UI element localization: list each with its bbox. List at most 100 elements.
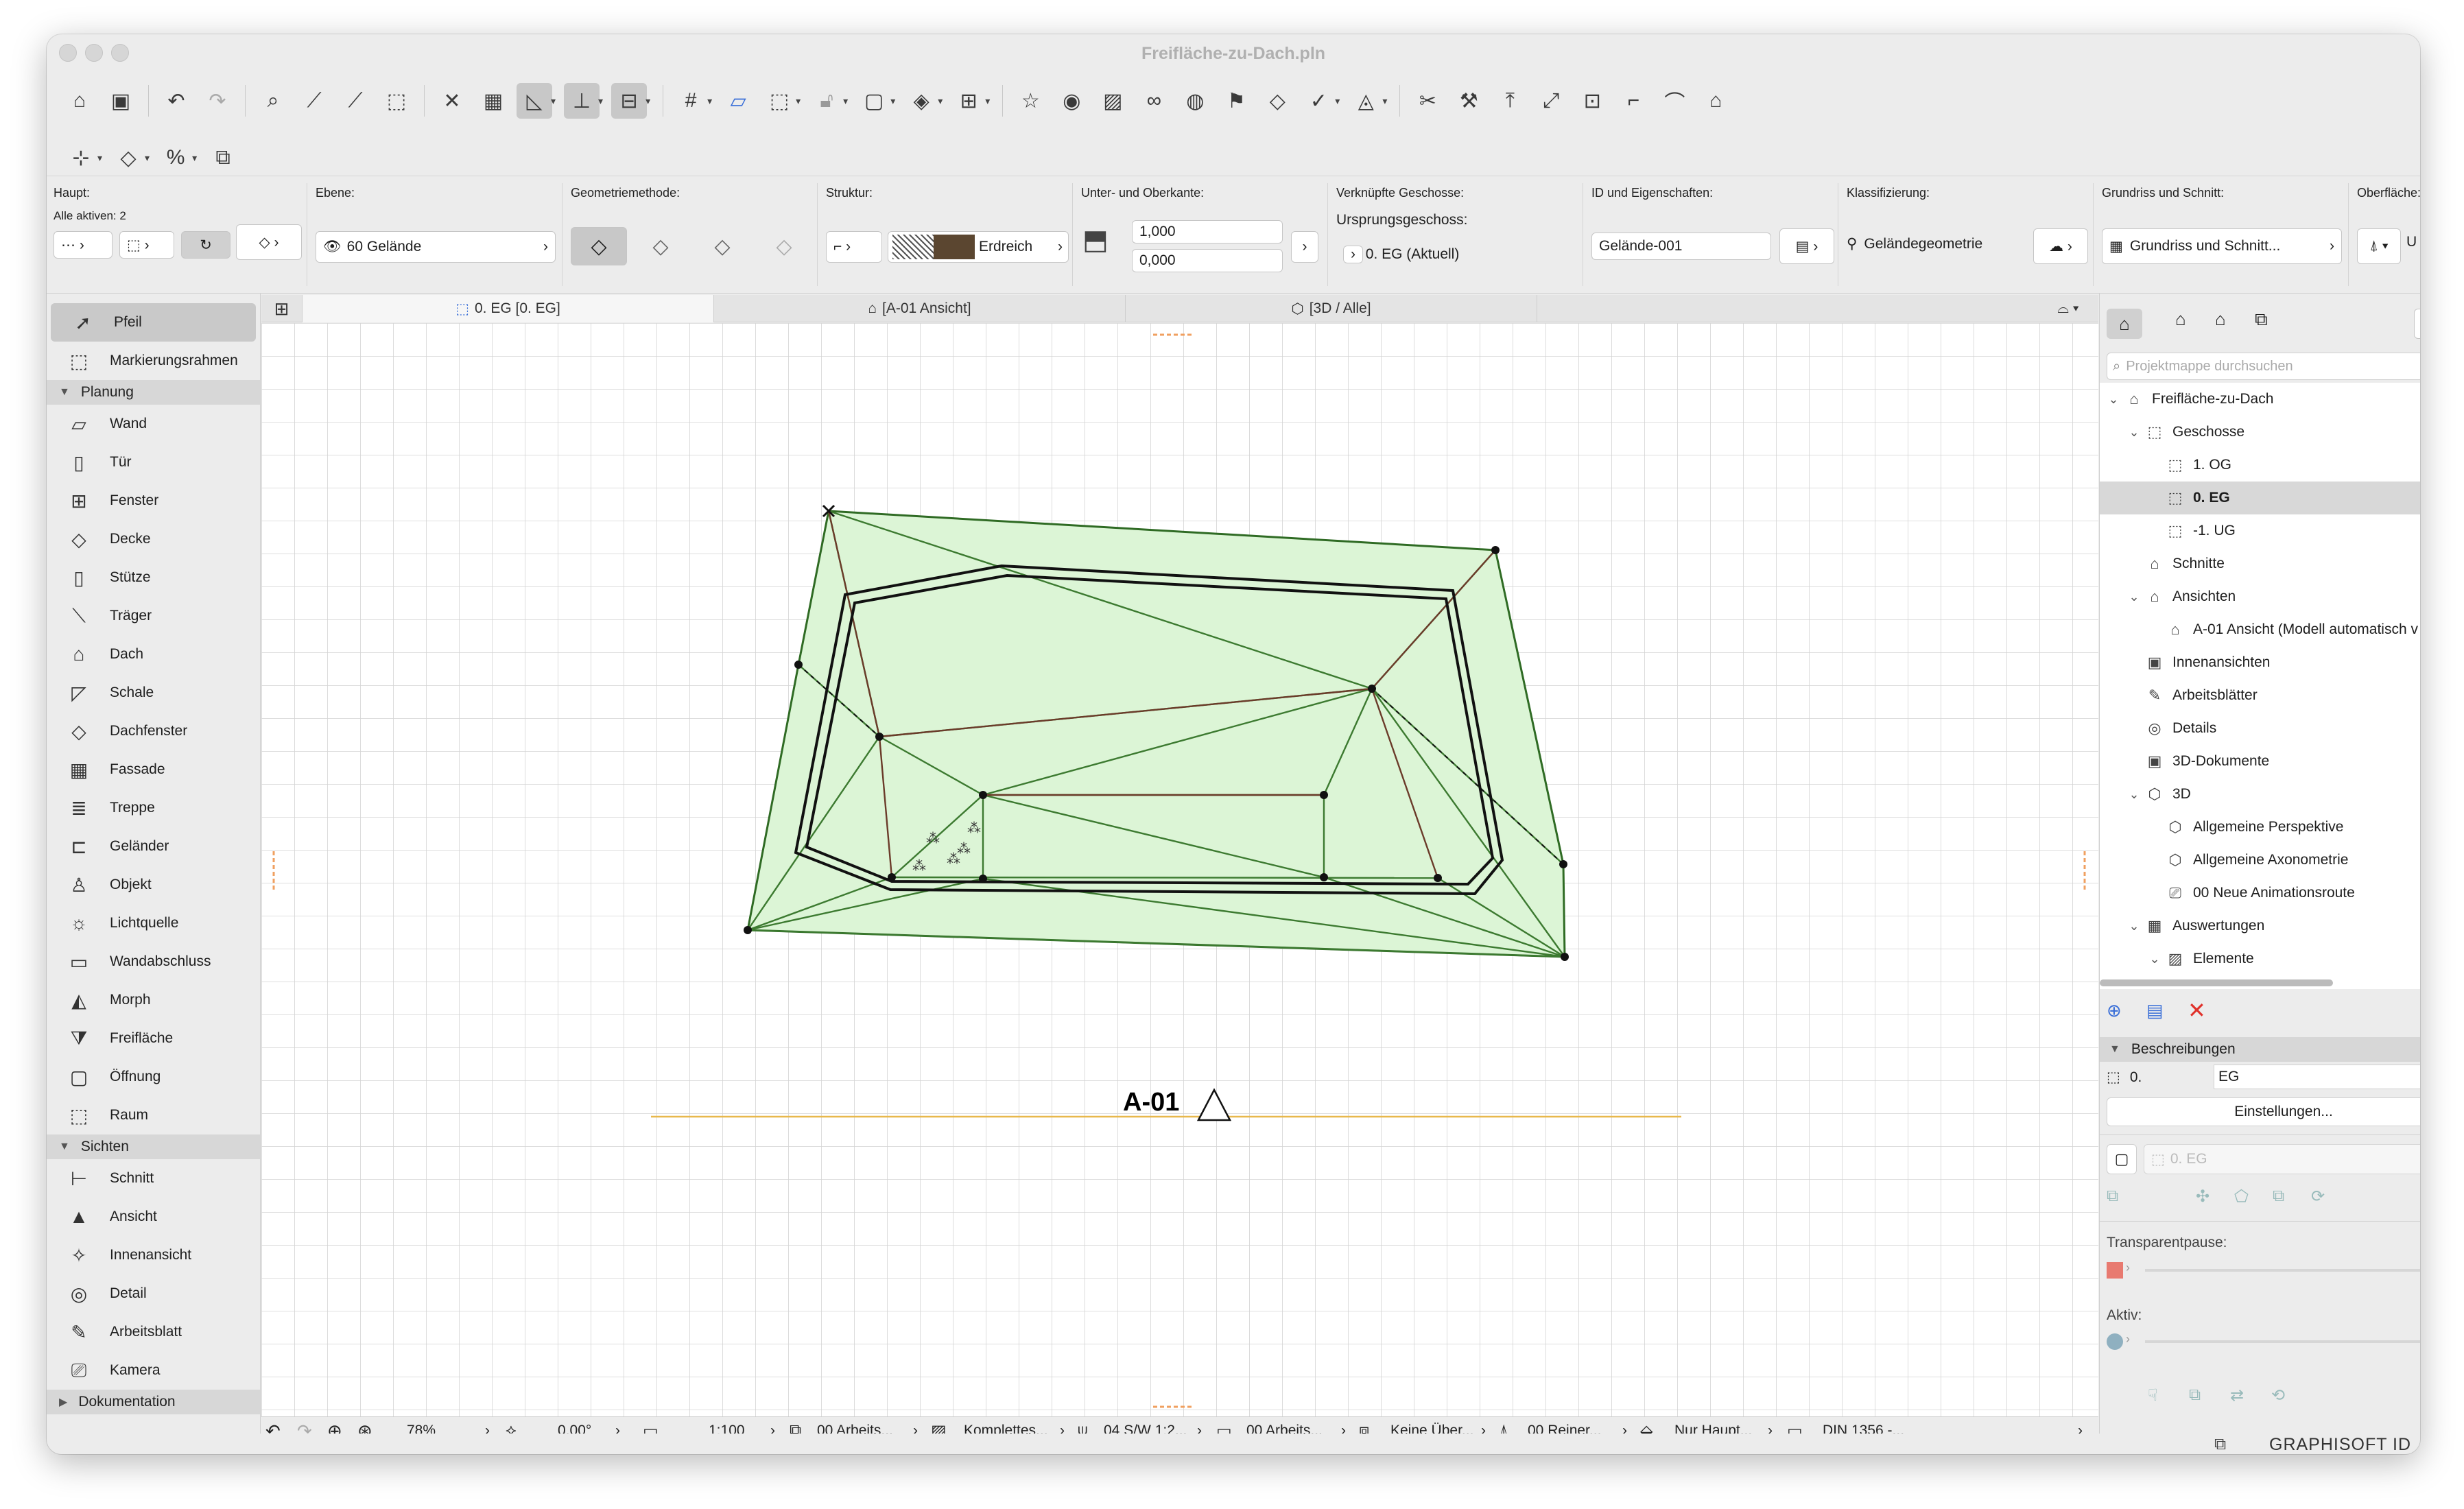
elevation-marker-label[interactable]: A-01 bbox=[1123, 1088, 1179, 1117]
tool-wandabschluss[interactable]: ▭ Wandabschluss bbox=[47, 942, 260, 981]
chevron-down-icon[interactable]: ⌄ bbox=[2124, 590, 2144, 604]
tree-item[interactable]: ⎚ 00 Neue Animationsroute bbox=[2100, 877, 2420, 910]
rotate-icon[interactable]: ⬠ bbox=[2234, 1187, 2249, 1207]
project-search-field[interactable]: ⌕ Projektmappe durchsuchen bbox=[2107, 353, 2420, 380]
top-elevation-input[interactable]: 1,000 bbox=[1132, 220, 1283, 243]
chevron-down-icon[interactable]: ▾ bbox=[192, 152, 197, 164]
layer-select[interactable]: 👁︎ 60 Gelände › bbox=[316, 231, 556, 263]
tree-hscroll-thumb[interactable] bbox=[2100, 979, 2333, 986]
tool-tuer[interactable]: ▯ Tür bbox=[47, 443, 260, 482]
tab-overview-icon[interactable]: ⊞ bbox=[261, 295, 303, 322]
compare-icon[interactable]: ⧉ bbox=[2189, 1386, 2201, 1405]
story-select[interactable]: ⬚0. EG› bbox=[2144, 1144, 2420, 1174]
project-map-tab-icon[interactable]: ⌂ bbox=[2107, 309, 2142, 339]
tag-icon[interactable]: ◇ bbox=[1259, 83, 1295, 119]
tree-item[interactable]: ✎ Arbeitsblätter bbox=[2100, 679, 2420, 712]
marquee-mode-field[interactable]: ⬚ › bbox=[119, 231, 174, 259]
tool-lichtquelle[interactable]: ☼ Lichtquelle bbox=[47, 904, 260, 942]
aktiv-slider[interactable] bbox=[2145, 1340, 2420, 1343]
photo-icon[interactable]: ▨ bbox=[1095, 83, 1130, 119]
trace-icon[interactable]: ☟ bbox=[2148, 1386, 2158, 1405]
undo-icon[interactable]: ↶ bbox=[158, 83, 194, 119]
view-map-tab-icon[interactable]: ⌂ bbox=[2175, 309, 2186, 330]
terrain-mesh[interactable]: ⁂⁂⁂⁂⁂ bbox=[744, 504, 1569, 961]
tab-options-button[interactable]: ⌓ ▾ bbox=[2038, 295, 2098, 322]
syringe-icon[interactable]: ⟋ bbox=[337, 83, 373, 119]
tool-decke[interactable]: ◇ Decke bbox=[47, 520, 260, 558]
tool-pfeil[interactable]: ➚ Pfeil bbox=[51, 303, 256, 342]
save-icon[interactable]: ▣ bbox=[103, 83, 139, 119]
classification-options-button[interactable]: ☁ › bbox=[2033, 228, 2088, 264]
roof-icon[interactable]: ⌂ bbox=[1698, 83, 1733, 119]
grid-icon[interactable]: # bbox=[673, 83, 709, 119]
plane-icon[interactable]: ▱ bbox=[720, 83, 756, 119]
tool-kamera[interactable]: ⎚ Kamera bbox=[47, 1351, 260, 1390]
geometry-flat-button[interactable]: ◇ bbox=[571, 227, 627, 265]
curve-icon[interactable]: ⌒ bbox=[1657, 83, 1692, 119]
tool-morph[interactable]: ◭ Morph bbox=[47, 981, 260, 1019]
tool-detail[interactable]: ◎ Detail bbox=[47, 1274, 260, 1313]
bottom-elevation-input[interactable]: 0,000 bbox=[1132, 249, 1283, 272]
view-icon[interactable]: ◈ bbox=[903, 83, 939, 119]
layer-icon[interactable]: ▢ bbox=[856, 83, 892, 119]
link-icon[interactable]: ∞ bbox=[1136, 83, 1172, 119]
tree-item[interactable]: ⬡ Allgemeine Perspektive bbox=[2100, 811, 2420, 844]
tool-raum[interactable]: ⬚ Raum bbox=[47, 1096, 260, 1134]
tree-item[interactable]: ⌄ ▨ Elemente bbox=[2100, 942, 2420, 975]
building-material-select[interactable]: Erdreich › bbox=[888, 231, 1069, 263]
settings-button[interactable]: Einstellungen... bbox=[2107, 1097, 2420, 1126]
aktiv-color-swatch[interactable] bbox=[2107, 1333, 2123, 1350]
elevation-more-button[interactable]: › bbox=[1291, 231, 1318, 263]
layout-book-tab-icon[interactable]: ⌂ bbox=[2215, 309, 2226, 330]
camera-icon[interactable]: ◉ bbox=[1054, 83, 1089, 119]
reset-icon[interactable]: ⟲ bbox=[2271, 1386, 2285, 1405]
publisher-tab-icon[interactable]: ⧉ bbox=[2255, 309, 2268, 331]
flag-icon[interactable]: ⚑ bbox=[1218, 83, 1254, 119]
tree-item[interactable]: ⌄ ⌂ Ansichten bbox=[2100, 580, 2420, 613]
surface-select[interactable]: ⍋ ▾ bbox=[2357, 228, 2401, 264]
view-settings-icon[interactable]: ▢ bbox=[2107, 1144, 2137, 1174]
tree-item[interactable]: ⌂ A-01 Ansicht (Modell automatisch v bbox=[2100, 613, 2420, 646]
geometry-mesh-button[interactable]: ◇ bbox=[756, 227, 812, 265]
classification-field[interactable]: ⚲ Geländegeometrie bbox=[1847, 235, 1982, 252]
check-icon[interactable]: ✓ bbox=[1301, 83, 1336, 119]
chevron-down-icon[interactable]: ▾ bbox=[145, 152, 150, 164]
floor-plan-settings-button[interactable]: ▦ Grundriss und Schnitt... › bbox=[2102, 228, 2342, 264]
scissors-icon[interactable]: ✂ bbox=[1410, 83, 1445, 119]
stretch-icon[interactable]: ⤒ bbox=[1492, 83, 1528, 119]
tree-item[interactable]: ⬚ -1. UG bbox=[2100, 514, 2420, 547]
hierarchy-icon[interactable]: ⊞ bbox=[951, 83, 986, 119]
tree-item[interactable]: ⌄ ⬡ 3D bbox=[2100, 778, 2420, 811]
lock-icon[interactable]: 🔓︎ bbox=[809, 83, 844, 119]
tool-traeger[interactable]: ⟍ Träger bbox=[47, 597, 260, 635]
copy-icon[interactable]: ⧉ bbox=[205, 140, 241, 176]
gravity-icon[interactable]: ⊟ bbox=[611, 83, 648, 119]
chevron-down-icon[interactable]: ▾ bbox=[985, 95, 990, 107]
tab-3d[interactable]: ⬡ [3D / Alle] bbox=[1126, 295, 1537, 322]
selection-mode-field[interactable]: ⋯ › bbox=[54, 231, 112, 259]
chevron-down-icon[interactable]: ⌄ bbox=[2104, 392, 2123, 407]
tool-dachfenster[interactable]: ◇ Dachfenster bbox=[47, 712, 260, 750]
rotate-icon[interactable]: ↻ bbox=[181, 231, 230, 259]
drawing-svg[interactable]: ⁂⁂⁂⁂⁂ A-01 bbox=[261, 323, 2098, 1416]
tool-schnitt[interactable]: ⊢ Schnitt bbox=[47, 1159, 260, 1198]
tab-floor-plan[interactable]: ⬚ 0. EG [0. EG] bbox=[303, 295, 714, 322]
add-point-icon[interactable]: ⊹ bbox=[63, 140, 99, 176]
delete-icon[interactable]: ✕ bbox=[2188, 997, 2206, 1023]
tree-item[interactable]: ⌄ ⬚ Geschosse bbox=[2100, 416, 2420, 449]
transform-icon[interactable]: ⬚ bbox=[379, 83, 414, 119]
transparent-slider[interactable] bbox=[2145, 1269, 2420, 1272]
find-select-icon[interactable]: ⌕ bbox=[255, 83, 291, 119]
corner-icon[interactable]: ⌐ bbox=[1615, 83, 1651, 119]
tool-treppe[interactable]: ≣ Treppe bbox=[47, 789, 260, 827]
tool-fenster[interactable]: ⊞ Fenster bbox=[47, 482, 260, 520]
tool-wand[interactable]: ▱ Wand bbox=[47, 405, 260, 443]
tool-objekt[interactable]: ♙ Objekt bbox=[47, 866, 260, 904]
chevron-down-icon[interactable]: ▾ bbox=[843, 95, 848, 107]
chevron-down-icon[interactable]: ▾ bbox=[551, 95, 556, 107]
properties-button[interactable]: ▤ › bbox=[1779, 228, 1834, 264]
chevron-down-icon[interactable]: ⌄ bbox=[2145, 952, 2164, 966]
guideline-icon[interactable]: ◺ bbox=[517, 83, 552, 119]
tool-innenansicht[interactable]: ✧ Innenansicht bbox=[47, 1236, 260, 1274]
mirror-icon[interactable]: ⧉ bbox=[2273, 1187, 2284, 1206]
